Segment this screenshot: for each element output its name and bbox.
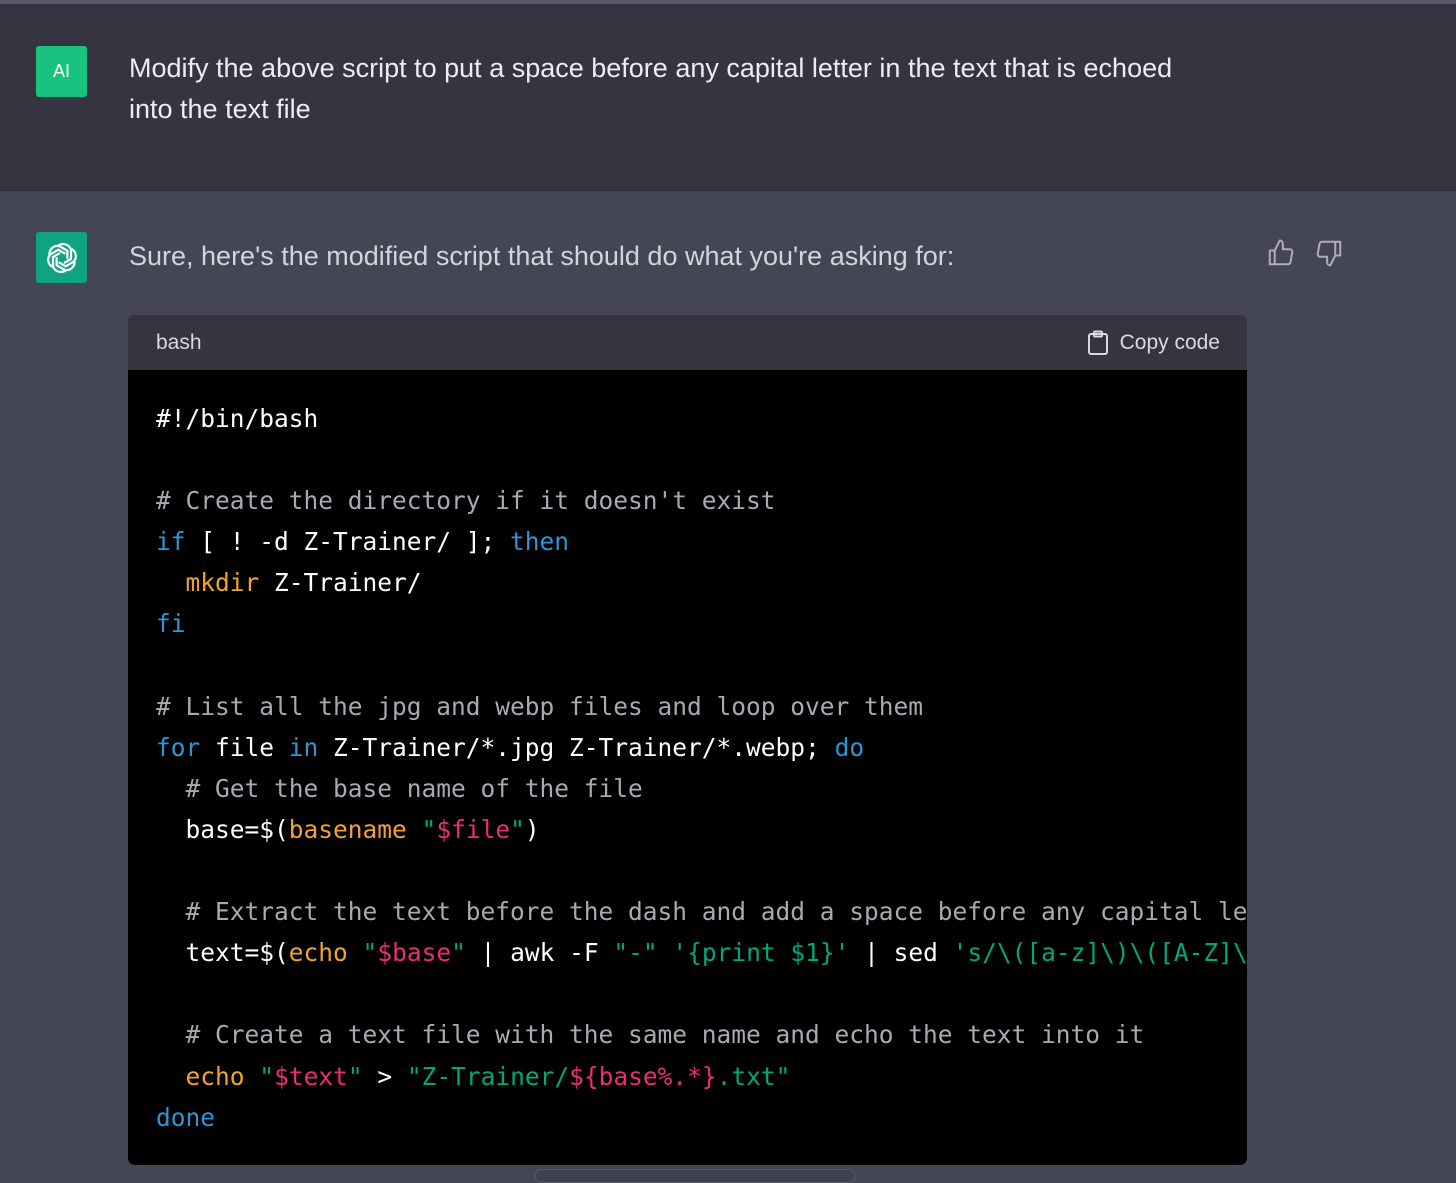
code-token-comment: # Get the base name of the file <box>156 773 643 803</box>
code-token-string: "Z-Trainer/ <box>406 1061 570 1091</box>
code-line: #!/bin/bash <box>156 398 1247 439</box>
assistant-avatar <box>36 232 87 283</box>
thumbs-down-icon <box>1316 240 1342 267</box>
code-token-string: "-" <box>613 938 658 968</box>
code-token-comment: # Create the directory if it doesn't exi… <box>156 486 776 516</box>
openai-logo-icon <box>46 242 77 273</box>
code-line: echo "$text" > "Z-Trainer/${base%.*}.txt… <box>156 1056 1247 1097</box>
code-line: for file in Z-Trainer/*.jpg Z-Trainer/*.… <box>156 727 1247 768</box>
code-token-plain: > <box>362 1061 407 1091</box>
assistant-message-text: Sure, here's the modified script that sh… <box>129 241 955 271</box>
code-token-builtin: mkdir <box>185 568 260 598</box>
code-token-variable: $text <box>274 1061 348 1091</box>
code-line: # Create the directory if it doesn't exi… <box>156 480 1247 521</box>
code-token-plain: #!/bin/bash <box>156 404 319 433</box>
code-token-builtin: basename <box>288 814 407 844</box>
code-token-string: 's/\([a-z]\)\([A-Z]\)/ <box>952 938 1247 968</box>
code-token-keyword: fi <box>156 609 186 639</box>
code-language-label: bash <box>156 330 202 354</box>
user-message-text: Modify the above script to put a space b… <box>129 53 1173 124</box>
code-token-plain: | awk -F <box>465 938 614 968</box>
code-line: fi <box>156 603 1247 644</box>
code-token-string: '{print $1}' <box>672 938 850 968</box>
code-token-keyword: for <box>156 732 201 762</box>
code-line: base=$(basename "$file") <box>156 809 1247 850</box>
code-line: # Get the base name of the file <box>156 768 1247 809</box>
code-token-builtin: echo <box>185 1061 245 1091</box>
code-token-keyword: if <box>156 527 186 557</box>
code-content: #!/bin/bash # Create the directory if it… <box>128 370 1247 1138</box>
code-token-plain: base=$( <box>156 814 289 844</box>
code-token-string: " <box>362 938 378 968</box>
code-token-keyword: in <box>288 732 319 762</box>
thumbs-up-button[interactable] <box>1266 238 1296 268</box>
code-token-plain: file <box>200 732 289 762</box>
code-line: if [ ! -d Z-Trainer/ ]; then <box>156 521 1247 562</box>
code-token-string: .txt" <box>716 1061 791 1091</box>
assistant-message: Sure, here's the modified script that sh… <box>0 191 1456 1177</box>
code-token-keyword: done <box>156 1102 216 1132</box>
code-token-plain: Z-Trainer/*.jpg Z-Trainer/*.webp; <box>318 732 835 762</box>
code-line: # List all the jpg and webp files and lo… <box>156 686 1247 727</box>
code-token-variable: $base <box>377 938 452 968</box>
code-token-string: " <box>451 938 466 968</box>
user-message: AI Modify the above script to put a spac… <box>0 4 1456 191</box>
code-token-plain: Z-Trainer/ <box>259 568 422 598</box>
code-token-comment: # List all the jpg and webp files and lo… <box>156 691 924 721</box>
code-token-plain: [ ! -d Z-Trainer/ ]; <box>185 527 511 557</box>
code-line: done <box>156 1097 1247 1138</box>
copy-code-button[interactable]: Copy code <box>1086 330 1220 356</box>
code-token-builtin: echo <box>288 938 348 968</box>
code-token-string: " <box>259 1061 275 1091</box>
thumbs-down-button[interactable] <box>1314 238 1344 268</box>
code-token-string: " <box>421 814 437 844</box>
scroll-indicator[interactable] <box>535 1169 855 1183</box>
code-token-keyword: then <box>510 527 570 557</box>
user-avatar-label: AI <box>52 61 70 81</box>
thumbs-up-icon <box>1268 239 1294 266</box>
code-token-variable: $file <box>436 814 511 844</box>
code-token-string: " <box>510 814 525 844</box>
code-token-plain: text=$( <box>156 938 289 968</box>
code-token-comment: # Extract the text before the dash and a… <box>156 897 1248 927</box>
copy-code-label: Copy code <box>1119 330 1220 354</box>
code-line: text=$(echo "$base" | awk -F "-" '{print… <box>156 932 1248 973</box>
code-token-plain: ) <box>524 814 540 844</box>
code-header: bash Copy code <box>128 315 1247 370</box>
code-line: mkdir Z-Trainer/ <box>156 562 1247 603</box>
code-line: # Extract the text before the dash and a… <box>156 891 1248 932</box>
code-token-keyword: do <box>834 732 865 762</box>
code-token-plain: | sed <box>849 938 953 968</box>
code-token-comment: # Create a text file with the same name … <box>156 1020 1145 1050</box>
code-block: bash Copy code #!/bin/bash # Create the … <box>128 315 1247 1165</box>
user-avatar: AI <box>36 46 87 97</box>
code-token-variable: ${base%.*} <box>569 1061 717 1091</box>
code-line: # Create a text file with the same name … <box>156 1014 1247 1055</box>
code-token-string: " <box>347 1061 363 1091</box>
clipboard-icon <box>1087 330 1108 355</box>
